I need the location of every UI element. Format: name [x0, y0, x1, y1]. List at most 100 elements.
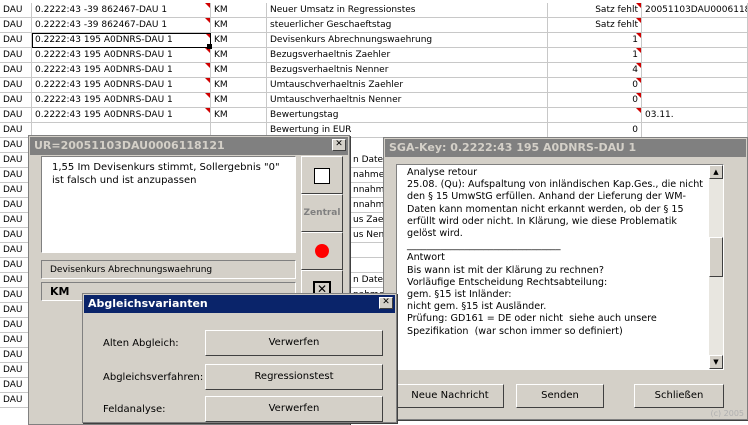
sga-message-text[interactable]: Analyse retour 25.08. (Qu): Aufspaltung …	[396, 164, 724, 370]
scroll-thumb[interactable]	[709, 237, 723, 277]
ur-blank-button[interactable]	[301, 156, 343, 194]
table-cell[interactable]: n Daten	[350, 273, 384, 288]
table-cell[interactable]: 0.2222:43 195 A0DNRS-DAU 1	[32, 93, 211, 108]
table-cell[interactable]: Bezugsverhaeltnis Zaehler	[267, 48, 548, 63]
table-cell[interactable]: steuerlicher Geschaeftstag	[267, 18, 548, 33]
table-cell[interactable]: DAU	[0, 108, 32, 123]
table-cell[interactable]	[642, 33, 748, 48]
abgleich-close-icon[interactable]: ✕	[379, 297, 393, 309]
abgleich-window-title: Abgleichsvarianten	[84, 295, 395, 313]
table-cell[interactable]: 0.2222:43 -39 862467-DAU 1	[32, 3, 211, 18]
selected-cell[interactable]	[32, 33, 211, 48]
table-cell[interactable]: KM	[211, 93, 267, 108]
ur-close-icon[interactable]: ✕	[332, 139, 346, 151]
table-row: DAU 0.2222:43 195 A0DNRS-DAU 1 KM Umtauschv…	[0, 93, 748, 108]
table-cell[interactable]: 0.2222:43 195 A0DNRS-DAU 1	[32, 108, 211, 123]
comment-marker	[636, 33, 641, 38]
table-cell[interactable]: Umtauschverhaeltnis Nenner	[267, 93, 548, 108]
send-button[interactable]: Senden	[516, 384, 604, 408]
close-button[interactable]: Schließen	[634, 384, 724, 408]
comment-marker	[205, 93, 210, 98]
table-cell[interactable]: us Nenn	[350, 228, 384, 243]
table-cell[interactable]: KM	[211, 33, 267, 48]
comment-marker	[636, 108, 641, 113]
ur-record-button[interactable]	[301, 232, 343, 270]
table-row: DAU 0.2222:43 -39 862467-DAU 1 KM Neuer Ums…	[0, 3, 748, 18]
table-cell[interactable]: 0.2222:43 -39 862467-DAU 1	[32, 18, 211, 33]
table-cell[interactable]	[350, 243, 384, 258]
ur-comment-text[interactable]: 1,55 Im Devisenkurs stimmt, Sollergebnis…	[41, 156, 296, 253]
new-message-button[interactable]: Neue Nachricht	[396, 384, 504, 408]
comment-marker	[636, 48, 641, 53]
table-cell[interactable]: DAU	[0, 48, 32, 63]
table-row: DAU 0.2222:43 195 A0DNRS-DAU 1 KM Umtauschv…	[0, 78, 748, 93]
table-cell[interactable]: KM	[211, 3, 267, 18]
table-cell[interactable]: DAU	[0, 93, 32, 108]
table-cell[interactable]: 1	[548, 48, 642, 63]
table-cell[interactable]: Satz fehlt	[548, 18, 642, 33]
table-cell[interactable]: Devisenkurs Abrechnungswaehrung	[267, 33, 548, 48]
table-cell[interactable]	[642, 18, 748, 33]
table-cell[interactable]: DAU	[0, 78, 32, 93]
table-cell[interactable]: Umtauschverhaeltnis Zaehler	[267, 78, 548, 93]
table-cell[interactable]: 0.2222:43 195 A0DNRS-DAU 1	[32, 63, 211, 78]
comment-marker	[636, 93, 641, 98]
table-cell[interactable]: us Zaeh	[350, 213, 384, 228]
table-cell[interactable]: nnahme	[350, 198, 384, 213]
zentral-button[interactable]: Zentral	[301, 194, 343, 232]
fill-handle[interactable]	[207, 44, 212, 49]
table-cell[interactable]	[642, 78, 748, 93]
table-cell[interactable]: Bezugsverhaeltnis Nenner	[267, 63, 548, 78]
abgleich-window: Abgleichsvarianten ✕ Alten Abgleich: Ver…	[82, 293, 397, 423]
table-cell[interactable]: KM	[211, 108, 267, 123]
table-cell[interactable]: DAU	[0, 3, 32, 18]
table-cell[interactable]	[548, 108, 642, 123]
table-cell[interactable]: KM	[211, 48, 267, 63]
table-cell[interactable]: 4	[548, 63, 642, 78]
comment-marker	[205, 3, 210, 8]
table-cell[interactable]	[642, 123, 748, 138]
square-icon	[314, 168, 330, 184]
table-cell[interactable]: DAU	[0, 33, 32, 48]
table-cell[interactable]: KM	[211, 63, 267, 78]
alten-abgleich-button[interactable]: Verwerfen	[205, 330, 383, 356]
table-cell[interactable]: 03.11.	[642, 108, 748, 123]
scroll-down-icon[interactable]: ▼	[709, 355, 723, 369]
table-row: DAU 0.2222:43 195 A0DNRS-DAU 1 KM Bezugsver…	[0, 48, 748, 63]
comment-marker	[205, 108, 210, 113]
table-cell[interactable]	[350, 258, 384, 273]
abgleichsverfahren-button[interactable]: Regressionstest	[205, 364, 383, 390]
sga-scrollbar[interactable]: ▲ ▼	[709, 165, 723, 369]
table-cell[interactable]: 1	[548, 33, 642, 48]
table-cell[interactable]: n Daten	[350, 153, 384, 168]
table-cell[interactable]: 0.2222:43 195 A0DNRS-DAU 1	[32, 48, 211, 63]
table-cell[interactable]: nahmeu	[350, 168, 384, 183]
table-cell[interactable]: Satz fehlt	[548, 3, 642, 18]
table-cell[interactable]: 0	[548, 93, 642, 108]
table-cell[interactable]: DAU	[0, 18, 32, 33]
table-cell[interactable]: 0.2222:43 195 A0DNRS-DAU 1	[32, 78, 211, 93]
table-cell[interactable]: Neuer Umsatz in Regressionstes	[267, 3, 548, 18]
abgleichsverfahren-label: Abgleichsverfahren:	[103, 372, 204, 383]
scroll-up-icon[interactable]: ▲	[709, 165, 723, 179]
table-cell[interactable]: KM	[211, 78, 267, 93]
table-cell[interactable]: 20051103DAU0006118121	[642, 3, 748, 18]
watermark: (c) 2005	[710, 409, 744, 418]
table-cell[interactable]	[642, 63, 748, 78]
alten-abgleich-label: Alten Abgleich:	[103, 338, 179, 349]
table-cell[interactable]: Bewertungstag	[267, 108, 548, 123]
comment-marker	[205, 63, 210, 68]
table-cell[interactable]	[642, 48, 748, 63]
table-cell[interactable]: KM	[211, 18, 267, 33]
table-row: DAU 0.2222:43 -39 862467-DAU 1 KM steuerlic…	[0, 18, 748, 33]
red-dot-icon	[315, 244, 329, 258]
feldanalyse-button[interactable]: Verwerfen	[205, 396, 383, 422]
table-cell[interactable]: DAU	[0, 63, 32, 78]
table-cell[interactable]: 0	[548, 123, 642, 138]
comment-marker	[636, 63, 641, 68]
comment-marker	[636, 18, 641, 23]
table-cell[interactable]: 0	[548, 78, 642, 93]
table-cell[interactable]	[642, 93, 748, 108]
feldanalyse-label: Feldanalyse:	[103, 404, 166, 415]
table-cell[interactable]: nnahme	[350, 183, 384, 198]
